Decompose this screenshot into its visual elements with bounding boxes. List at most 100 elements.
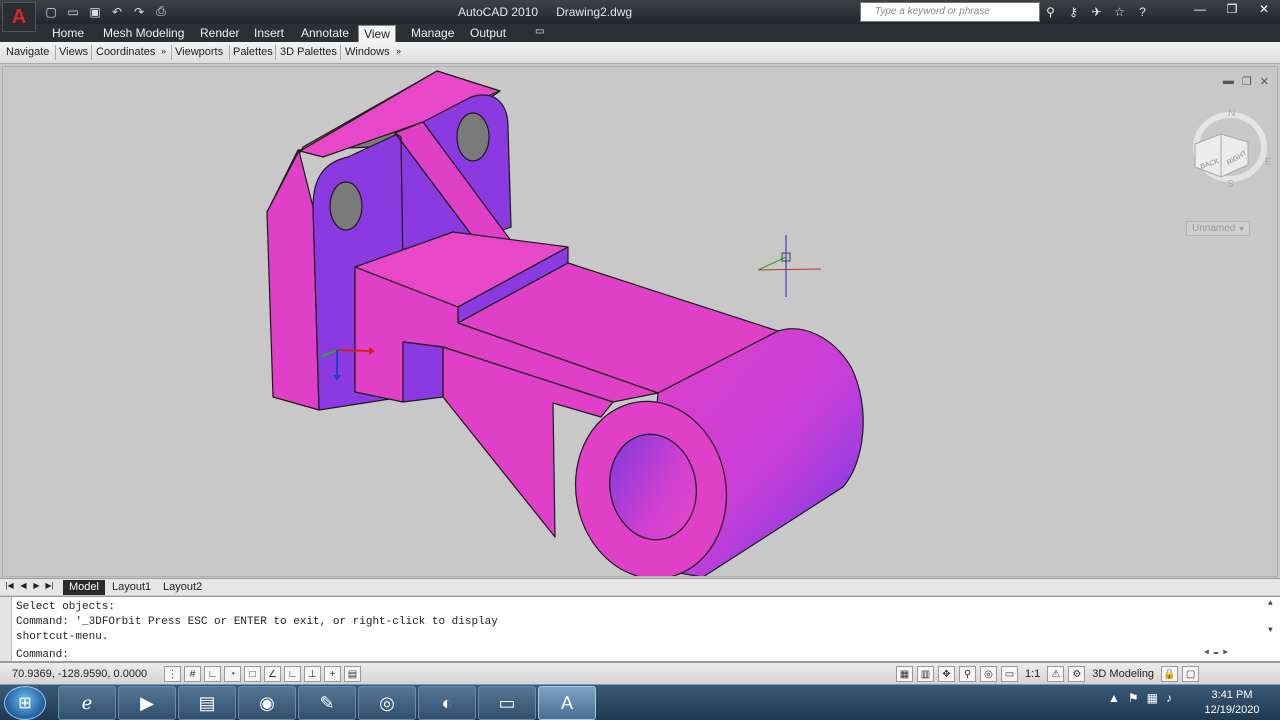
chrome-icon[interactable]: ◎ [358, 686, 416, 720]
coordinate-readout[interactable]: 70.9369, -128.9590, 0.0000 [12, 668, 147, 680]
tab-insert[interactable]: Insert [254, 25, 284, 42]
command-history-line: Command: '_3DFOrbit Press ESC or ENTER t… [16, 616, 498, 628]
panel-3d-palettes[interactable]: 3D Palettes [280, 46, 337, 58]
command-hscrollbar[interactable]: ◀ ▬ ▶ [1204, 647, 1264, 659]
autocad-taskbar-icon[interactable]: A [538, 686, 596, 720]
tab-annotate[interactable]: Annotate [301, 25, 349, 42]
tab-view[interactable]: View [358, 25, 396, 42]
viewcube[interactable]: BACK RIGHT N E S [1193, 108, 1272, 190]
panel-separator [55, 45, 56, 60]
redo-icon[interactable]: ↷ [130, 3, 148, 20]
file-explorer-icon[interactable]: ▤ [178, 686, 236, 720]
close-icon[interactable]: ✕ [1254, 1, 1274, 17]
crosshair-cursor [757, 235, 822, 297]
tab-manage[interactable]: Manage [411, 25, 454, 42]
tab-home[interactable]: Home [52, 25, 84, 42]
panel-viewports[interactable]: Viewports [175, 46, 223, 58]
panel-separator [275, 45, 276, 60]
annotation-scale-label[interactable]: 1:1 [1022, 666, 1043, 682]
start-button[interactable]: ⊞ [4, 686, 46, 720]
new-icon[interactable]: ▢ [42, 3, 60, 20]
panel-expand-icon[interactable]: » [396, 46, 401, 56]
annotation-visibility-icon[interactable]: ⚠ [1047, 666, 1065, 682]
last-layout-icon[interactable]: ▶| [44, 581, 55, 593]
command-input[interactable]: Command: [16, 649, 69, 661]
dyn-icon[interactable]: + [324, 666, 341, 682]
undo-icon[interactable]: ↶ [108, 3, 126, 20]
search-input[interactable]: Type a keyword or phrase [860, 2, 1040, 22]
network-icon[interactable]: ▦ [1147, 691, 1158, 705]
steeringwheel-icon[interactable]: ◎ [980, 666, 997, 682]
lineweight-icon[interactable]: ▤ [344, 666, 361, 682]
workspace-switcher[interactable]: 3D Modeling [1089, 666, 1157, 682]
3d-osnap-icon[interactable]: ∠ [264, 666, 281, 682]
ribbon-minimize-icon[interactable]: ▭ [535, 25, 544, 42]
workspace-icon[interactable]: ⚙ [1068, 666, 1086, 682]
plot-icon[interactable]: ⎙ [152, 3, 170, 20]
internet-explorer-icon[interactable]: ℯ [58, 686, 116, 720]
tray-expand-icon[interactable]: ▲ [1108, 691, 1120, 705]
zoom-icon[interactable]: ⚲ [959, 666, 976, 682]
polar-icon[interactable]: ◔ [224, 666, 241, 682]
first-layout-icon[interactable]: |◀ [4, 581, 15, 593]
plate-hole-left [329, 181, 363, 231]
save-icon[interactable]: ▣ [86, 3, 104, 20]
key-icon[interactable]: ⚷ [1065, 3, 1082, 20]
ducs-icon[interactable]: ⊥ [304, 666, 321, 682]
recorder-icon[interactable]: ◉ [238, 686, 296, 720]
quick-view-icon[interactable]: ▥ [917, 666, 934, 682]
open-icon[interactable]: ▭ [64, 3, 82, 20]
minimize-icon[interactable]: — [1190, 1, 1210, 17]
panel-windows[interactable]: Windows [345, 46, 390, 58]
ortho-icon[interactable]: ∟ [204, 666, 221, 682]
clean-screen-icon[interactable]: ▢ [1182, 666, 1200, 682]
showmotion-icon[interactable]: ▭ [1001, 666, 1018, 682]
panel-coordinates[interactable]: Coordinates [96, 46, 155, 58]
paint-app-icon[interactable]: ✎ [298, 686, 356, 720]
plate-front-face [266, 150, 320, 411]
otrack-icon[interactable]: ∟ [284, 666, 301, 682]
volume-icon[interactable]: ♪ [1166, 691, 1172, 705]
help-icon[interactable]: ? [1134, 3, 1151, 20]
binoculars-icon[interactable]: ⚲ [1042, 3, 1059, 20]
next-layout-icon[interactable]: ▶ [31, 581, 42, 593]
grid-icon[interactable]: # [184, 666, 201, 682]
model-space-icon[interactable]: ▦ [896, 666, 913, 682]
command-window-handle[interactable] [0, 597, 12, 661]
3d-bracket-model[interactable] [266, 70, 864, 577]
restore-icon[interactable]: ❐ [1222, 1, 1242, 17]
drafting-toggles: ⋮ # ∟ ◔ □ ∠ ∟ ⊥ + ▤ [164, 666, 361, 682]
ucs-name-label: Unnamed [1192, 223, 1236, 234]
satellite-icon[interactable]: ✈ [1088, 3, 1105, 20]
action-center-icon[interactable]: ⚑ [1128, 691, 1139, 705]
panel-navigate[interactable]: Navigate [6, 46, 49, 58]
drawing-viewport[interactable]: ▬ ❐ ✕ BACK RIGHT N E S Unnamed ▼ [2, 66, 1278, 577]
plate-hole-right [456, 112, 490, 162]
snap-icon[interactable]: ⋮ [164, 666, 181, 682]
command-scrollbar[interactable]: ▲ ▼ [1268, 599, 1278, 643]
window-switcher-icon[interactable]: ▭ [478, 686, 536, 720]
firefox-icon[interactable]: ◐ [418, 686, 476, 720]
application-menu-button[interactable]: A [2, 2, 36, 32]
panel-expand-icon[interactable]: » [161, 46, 166, 56]
panel-views[interactable]: Views [59, 46, 88, 58]
viewcube-north: N [1228, 108, 1235, 119]
tab-layout1[interactable]: Layout1 [106, 580, 157, 595]
tab-mesh-modeling[interactable]: Mesh Modeling [103, 25, 184, 42]
osnap-icon[interactable]: □ [244, 666, 261, 682]
pan-icon[interactable]: ✥ [938, 666, 955, 682]
lock-icon[interactable]: 🔒 [1161, 666, 1179, 682]
system-clock[interactable]: 3:41 PM 12/19/2020 [1196, 688, 1268, 718]
clock-time: 3:41 PM [1211, 689, 1253, 701]
ucs-name-dropdown[interactable]: Unnamed ▼ [1186, 221, 1250, 236]
windows-taskbar: ⊞ ℯ ▶ ▤ ◉ ✎ ◎ ◐ ▭ A ▲ ⚑ ▦ ♪ 3:41 PM 12/1… [0, 684, 1280, 720]
taskbar-buttons: ℯ ▶ ▤ ◉ ✎ ◎ ◐ ▭ A [58, 686, 596, 720]
tab-model[interactable]: Model [63, 580, 105, 595]
tab-output[interactable]: Output [470, 25, 506, 42]
tab-layout2[interactable]: Layout2 [157, 580, 208, 595]
prev-layout-icon[interactable]: ◀ [18, 581, 29, 593]
star-icon[interactable]: ☆ [1111, 3, 1128, 20]
tab-render[interactable]: Render [200, 25, 239, 42]
media-player-icon[interactable]: ▶ [118, 686, 176, 720]
panel-palettes[interactable]: Palettes [233, 46, 273, 58]
